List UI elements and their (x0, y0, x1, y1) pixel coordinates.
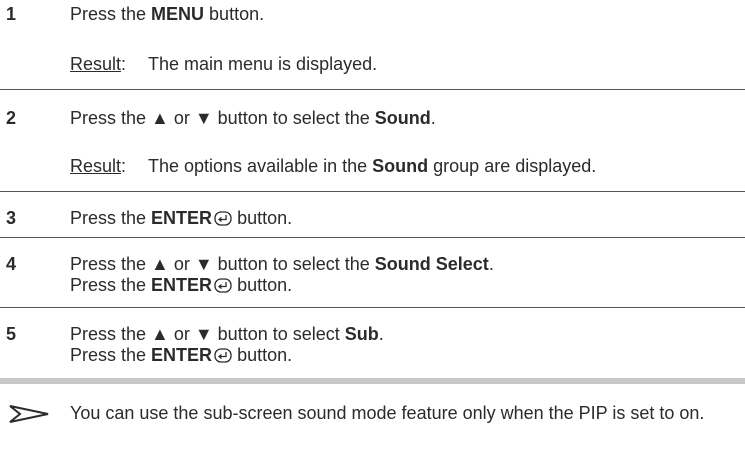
instruction-text: Press the (70, 4, 152, 24)
instruction-text: button. (232, 208, 293, 228)
menu-button-name: MENU (151, 4, 205, 24)
result-colon: : (121, 54, 127, 74)
instruction-text: Press the ▲ or ▼ button to select (70, 324, 345, 344)
instruction-text: . (378, 324, 384, 344)
enter-icon (214, 278, 232, 293)
arrow-note-icon (9, 405, 49, 423)
instruction-text: Press the (70, 275, 152, 295)
section-divider (0, 378, 745, 384)
step-instruction: Press the ▲ or ▼ button to select Sub. (70, 323, 384, 345)
step-number: 1 (6, 4, 17, 24)
sound-group-name: Sound (372, 156, 429, 176)
result-label: Result: (70, 53, 148, 75)
result-label-text: Result (70, 54, 122, 74)
step-result: Result: The options available in the Soun… (70, 155, 596, 177)
result-text: The options available in the (148, 156, 373, 176)
enter-icon (214, 348, 232, 363)
instruction-text: . (488, 254, 494, 274)
step-number: 2 (6, 108, 17, 128)
instruction-text: Press the ▲ or ▼ button to select the (70, 108, 375, 128)
divider (0, 237, 745, 238)
divider (0, 191, 745, 192)
result-text: group are displayed. (428, 156, 597, 176)
instruction-text: button. (232, 345, 293, 365)
sound-menu-name: Sound (374, 108, 431, 128)
step-number: 5 (6, 324, 17, 344)
instruction-text: button. (204, 4, 265, 24)
step-instruction: Press the MENU button. (70, 3, 264, 25)
enter-icon (214, 211, 232, 226)
step-instruction-2: Press the ENTER button. (70, 344, 292, 366)
enter-button-name: ENTER (151, 275, 213, 295)
instruction-text: Press the ▲ or ▼ button to select the (70, 254, 375, 274)
step-instruction-2: Press the ENTER button. (70, 274, 292, 296)
divider (0, 307, 745, 308)
sound-select-name: Sound Select (374, 254, 489, 274)
step-instruction: Press the ▲ or ▼ button to select the So… (70, 107, 436, 129)
instruction-text: . (430, 108, 436, 128)
sub-option-name: Sub (344, 324, 379, 344)
instruction-text: Press the (70, 345, 152, 365)
result-label: Result: (70, 155, 148, 177)
instruction-text: button. (232, 275, 293, 295)
step-number: 3 (6, 208, 17, 228)
step-instruction: Press the ENTER button. (70, 207, 292, 229)
result-text: The main menu is displayed. (148, 54, 378, 74)
enter-button-name: ENTER (151, 345, 213, 365)
note-text: You can use the sub-screen sound mode fe… (70, 403, 705, 423)
result-label-text: Result (70, 156, 122, 176)
instruction-text: Press the (70, 208, 152, 228)
enter-button-name: ENTER (151, 208, 213, 228)
step-number: 4 (6, 254, 17, 274)
divider (0, 89, 745, 90)
step-result: Result: The main menu is displayed. (70, 53, 377, 75)
result-colon: : (121, 156, 127, 176)
step-instruction: Press the ▲ or ▼ button to select the So… (70, 253, 494, 275)
